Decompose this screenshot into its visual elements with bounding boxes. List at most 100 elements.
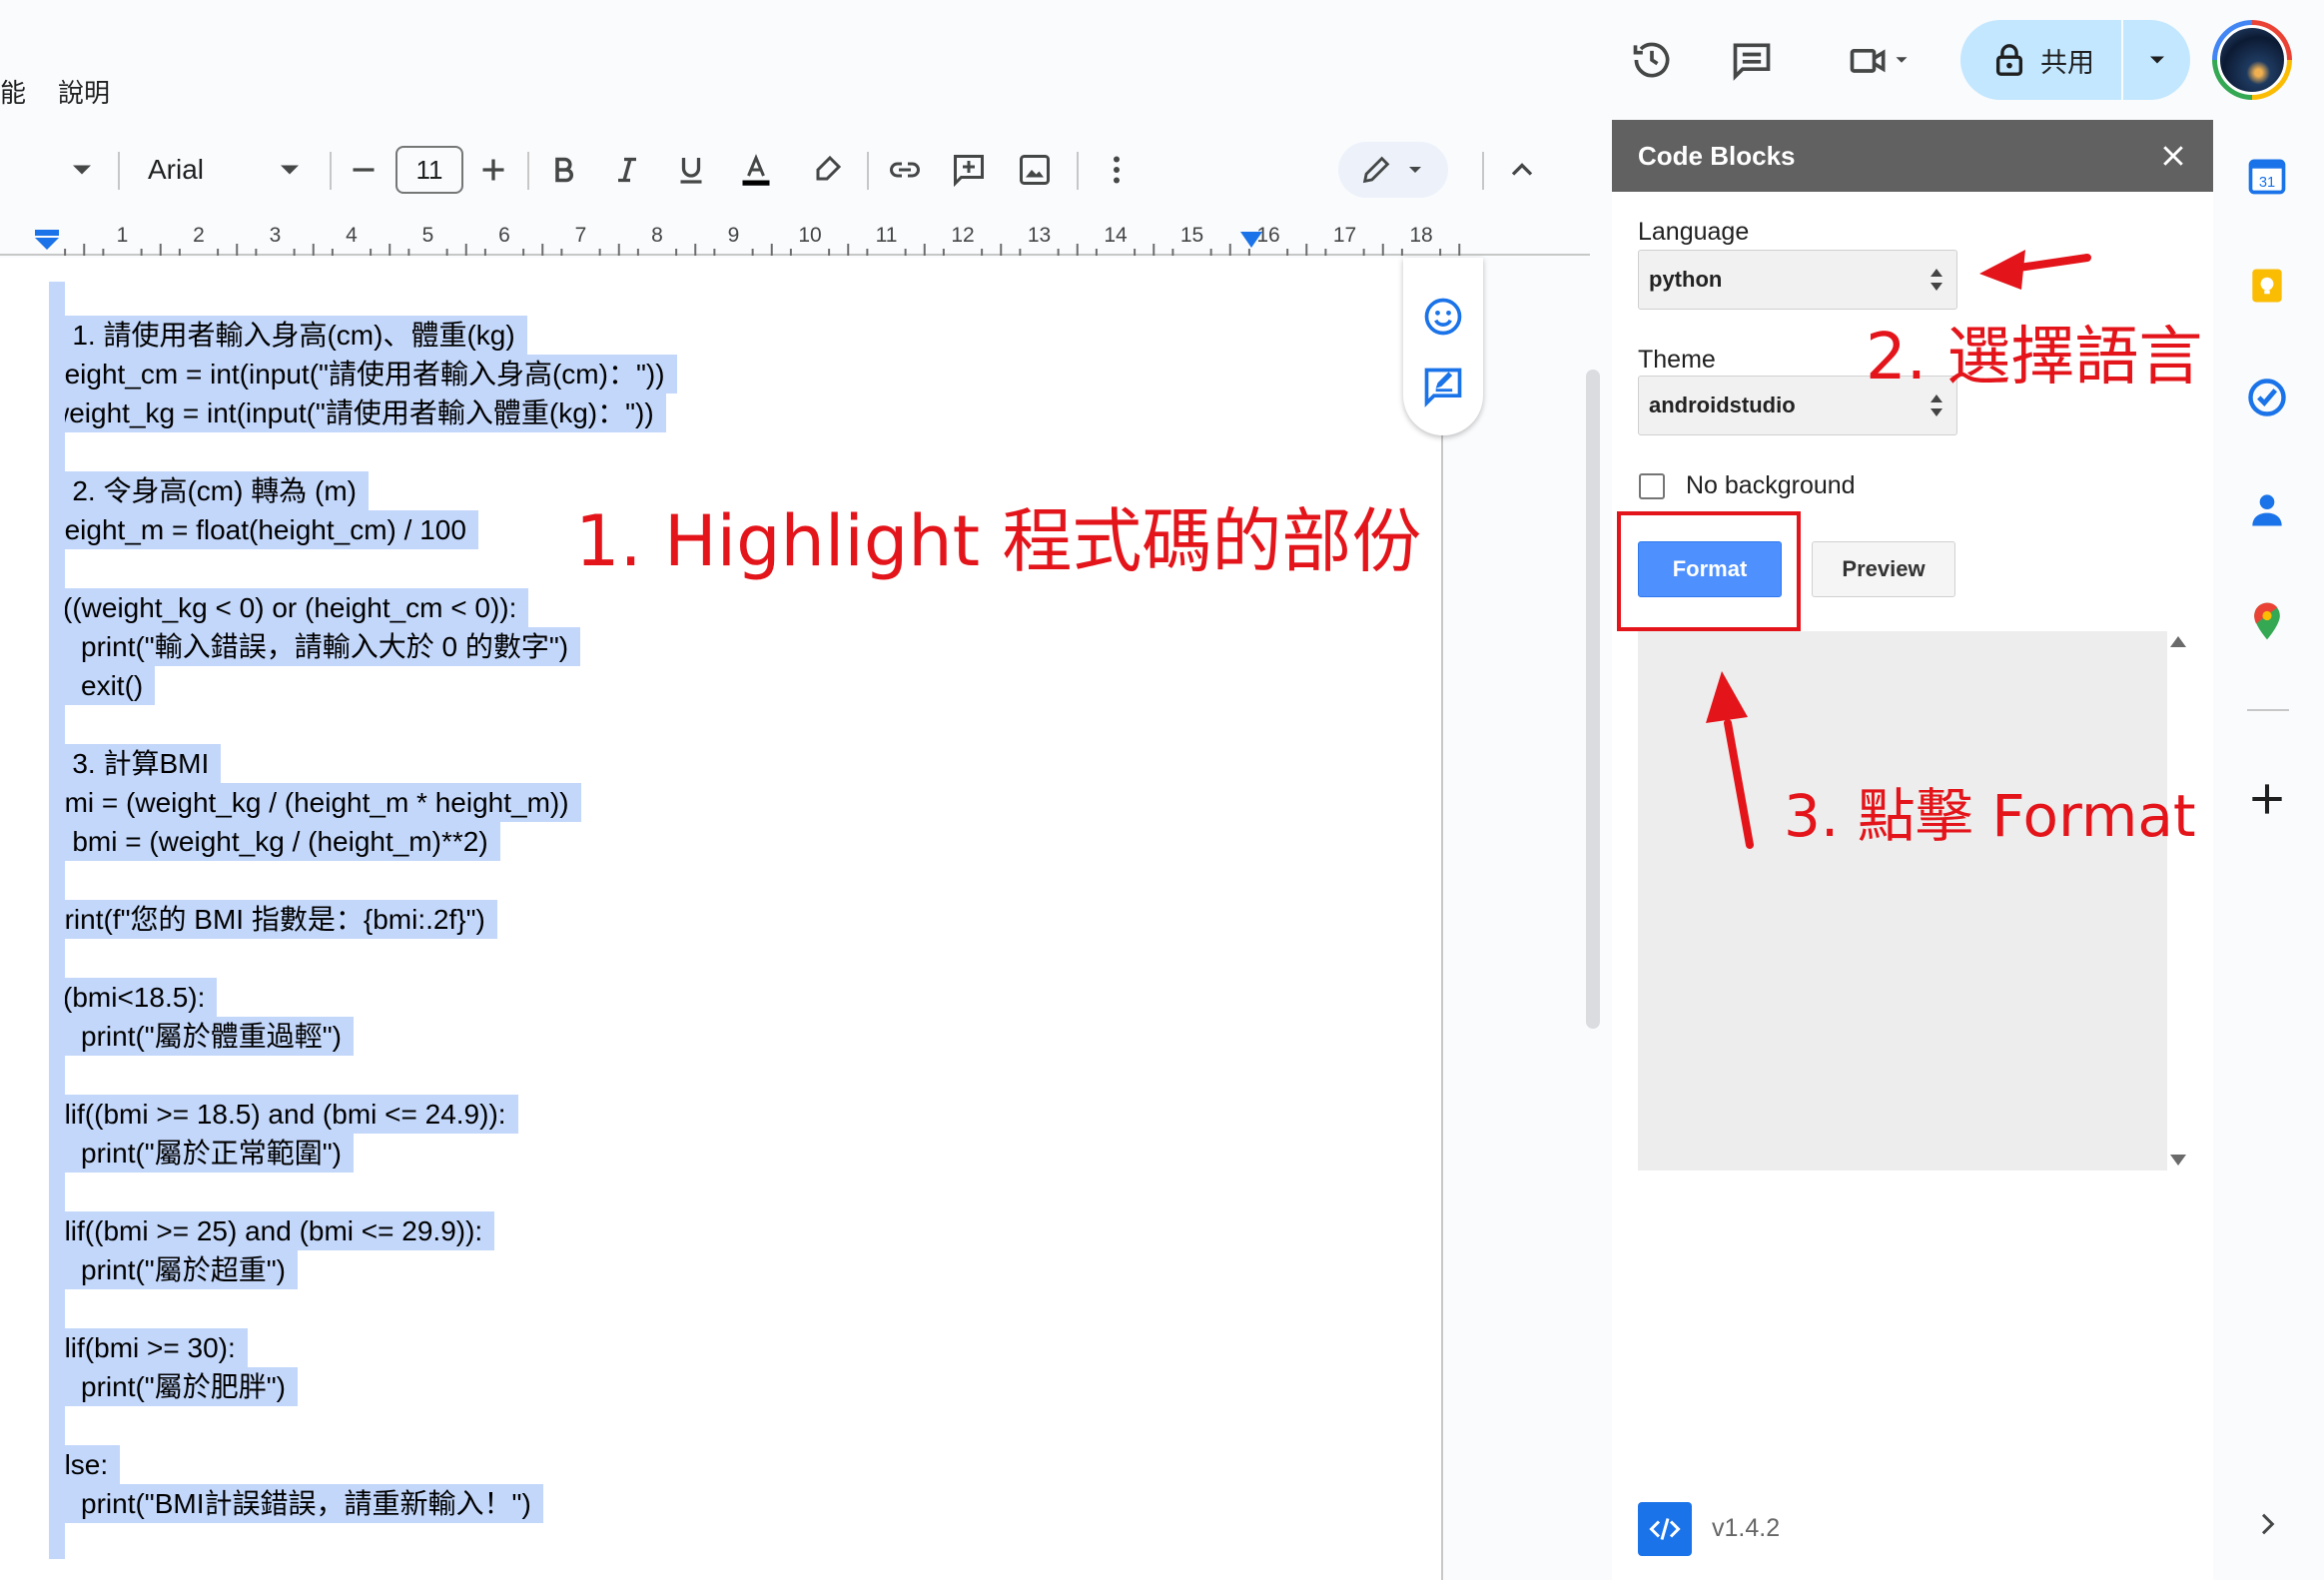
ruler-number: 7	[575, 224, 587, 247]
divider	[867, 152, 869, 190]
close-panel-button[interactable]	[2155, 138, 2191, 174]
ruler-number: 4	[346, 224, 358, 247]
code-line: if(bmi<18.5):	[49, 978, 218, 1017]
text-color-button[interactable]	[733, 134, 779, 206]
chevron-down-icon	[1409, 167, 1421, 173]
ruler: 1 2 3 4 5 6 7 8 9 10 11 12 13 14 15 16 17 18	[0, 220, 1590, 256]
insert-link-button[interactable]	[885, 134, 925, 206]
ruler-number: 14	[1104, 224, 1128, 247]
text-color-icon	[742, 154, 770, 186]
left-indent-marker[interactable]	[34, 230, 60, 252]
ruler-number: 3	[270, 224, 282, 247]
menu-item-tools[interactable]: 能	[0, 72, 26, 116]
keep-icon[interactable]	[2239, 258, 2295, 314]
italic-icon	[618, 157, 636, 183]
ruler-number: 18	[1409, 224, 1432, 247]
pencil-icon	[1362, 156, 1390, 184]
ruler-number: 1	[117, 224, 129, 247]
maps-icon[interactable]	[2239, 593, 2295, 649]
add-icon[interactable]	[2239, 771, 2295, 827]
bold-icon	[555, 157, 573, 183]
code-line: print("輸入錯誤，請輸入大於 0 的數字")	[49, 627, 581, 666]
code-line: weight_kg = int(input("請使用者輸入體重(kg)："))	[49, 394, 666, 432]
contacts-icon[interactable]	[2239, 481, 2295, 537]
share-dropdown[interactable]	[2123, 46, 2190, 74]
insert-image-button[interactable]	[1015, 134, 1055, 206]
close-icon	[2163, 146, 2183, 166]
chevron-down-icon	[1896, 57, 1908, 63]
divider	[1482, 152, 1484, 190]
theme-value: androidstudio	[1649, 393, 1796, 417]
ruler-number: 2	[193, 224, 205, 247]
font-selector[interactable]: Arial	[148, 134, 308, 206]
italic-button[interactable]	[607, 134, 647, 206]
underline-icon	[680, 158, 702, 184]
suggest-edit-icon[interactable]	[1421, 365, 1465, 408]
code-line: bmi = (weight_kg / (height_m * height_m)…	[49, 783, 581, 822]
comment-icon[interactable]	[1720, 28, 1784, 92]
ruler-number: 12	[951, 224, 974, 247]
code-line: # bmi = (weight_kg / (height_m)**2)	[49, 822, 500, 861]
annotation-step-2: 2. 選擇語言	[1866, 321, 2203, 395]
panel-title: Code Blocks	[1638, 140, 1796, 171]
code-icon	[1649, 1518, 1681, 1540]
add-comment-icon	[954, 155, 984, 188]
divider	[527, 152, 529, 190]
language-select[interactable]: python	[1638, 250, 1957, 310]
document-page[interactable]: # 1. 請使用者輸入身高(cm)、體重(kg) height_cm = int(…	[0, 258, 1443, 1580]
preview-area	[1638, 631, 2189, 1171]
share-button[interactable]: 共用	[1960, 20, 2190, 100]
add-comment-button[interactable]	[949, 134, 989, 206]
ruler-number: 10	[798, 224, 821, 247]
history-icon[interactable]	[1620, 28, 1684, 92]
tasks-icon[interactable]	[2239, 370, 2295, 425]
underline-button[interactable]	[671, 134, 711, 206]
no-background-checkbox[interactable]	[1639, 473, 1665, 499]
scrollbar-thumb[interactable]	[1586, 370, 1600, 1029]
ruler-number: 8	[651, 224, 663, 247]
right-indent-marker[interactable]	[1240, 232, 1262, 250]
highlighter-icon	[816, 155, 842, 181]
no-background-label: No background	[1686, 471, 1856, 499]
code-line: print("屬於體重過輕")	[49, 1017, 354, 1056]
chevron-down-icon	[2149, 56, 2164, 64]
preview-button[interactable]: Preview	[1812, 541, 1955, 597]
ruler-number: 11	[876, 224, 898, 247]
selection-margin	[49, 282, 65, 1559]
editing-mode-button[interactable]	[1338, 142, 1448, 198]
language-value: python	[1649, 267, 1723, 292]
code-line: print("屬於正常範圍")	[49, 1134, 354, 1173]
avatar[interactable]	[2212, 20, 2292, 100]
code-line: print("屬於超重")	[49, 1250, 298, 1289]
code-line: print(f"您的 BMI 指數是：{bmi:.2f}")	[49, 900, 497, 939]
more-options-button[interactable]	[1097, 134, 1137, 206]
share-main[interactable]: 共用	[1960, 20, 2123, 100]
code-line: elif((bmi >= 18.5) and (bmi <= 24.9)):	[49, 1095, 518, 1134]
divider	[118, 152, 120, 190]
meet-icon[interactable]	[1830, 28, 1930, 92]
expand-icon[interactable]	[2239, 1496, 2295, 1552]
share-label: 共用	[2040, 47, 2094, 79]
preview-scroll-arrows	[2170, 636, 2186, 1166]
avatar-image	[2217, 25, 2287, 95]
ruler-number: 6	[498, 224, 510, 247]
divider	[330, 152, 332, 190]
font-size-input[interactable]: 11	[395, 146, 463, 194]
style-dropdown-arrow[interactable]	[64, 134, 100, 206]
calendar-icon[interactable]: 31	[2239, 148, 2295, 204]
code-line: elif((bmi >= 25) and (bmi <= 29.9)):	[49, 1211, 495, 1250]
bold-button[interactable]	[543, 134, 583, 206]
decrease-font-size-button[interactable]	[344, 134, 384, 206]
preview-scrollbar[interactable]	[2167, 631, 2189, 1171]
ruler-number: 13	[1028, 224, 1051, 247]
toolbar: Arial 11	[0, 134, 1590, 206]
highlight-color-button[interactable]	[807, 134, 847, 206]
chevron-down-icon	[281, 165, 299, 175]
emoji-reaction-icon[interactable]	[1421, 295, 1465, 339]
code-line: # 2. 令身高(cm) 轉為 (m)	[49, 471, 369, 510]
code-line: elif(bmi >= 30):	[49, 1328, 248, 1367]
menu-item-help[interactable]: 說明	[58, 72, 110, 116]
more-vert-icon	[1114, 156, 1120, 184]
hide-menus-button[interactable]	[1502, 134, 1542, 206]
increase-font-size-button[interactable]	[473, 134, 513, 206]
